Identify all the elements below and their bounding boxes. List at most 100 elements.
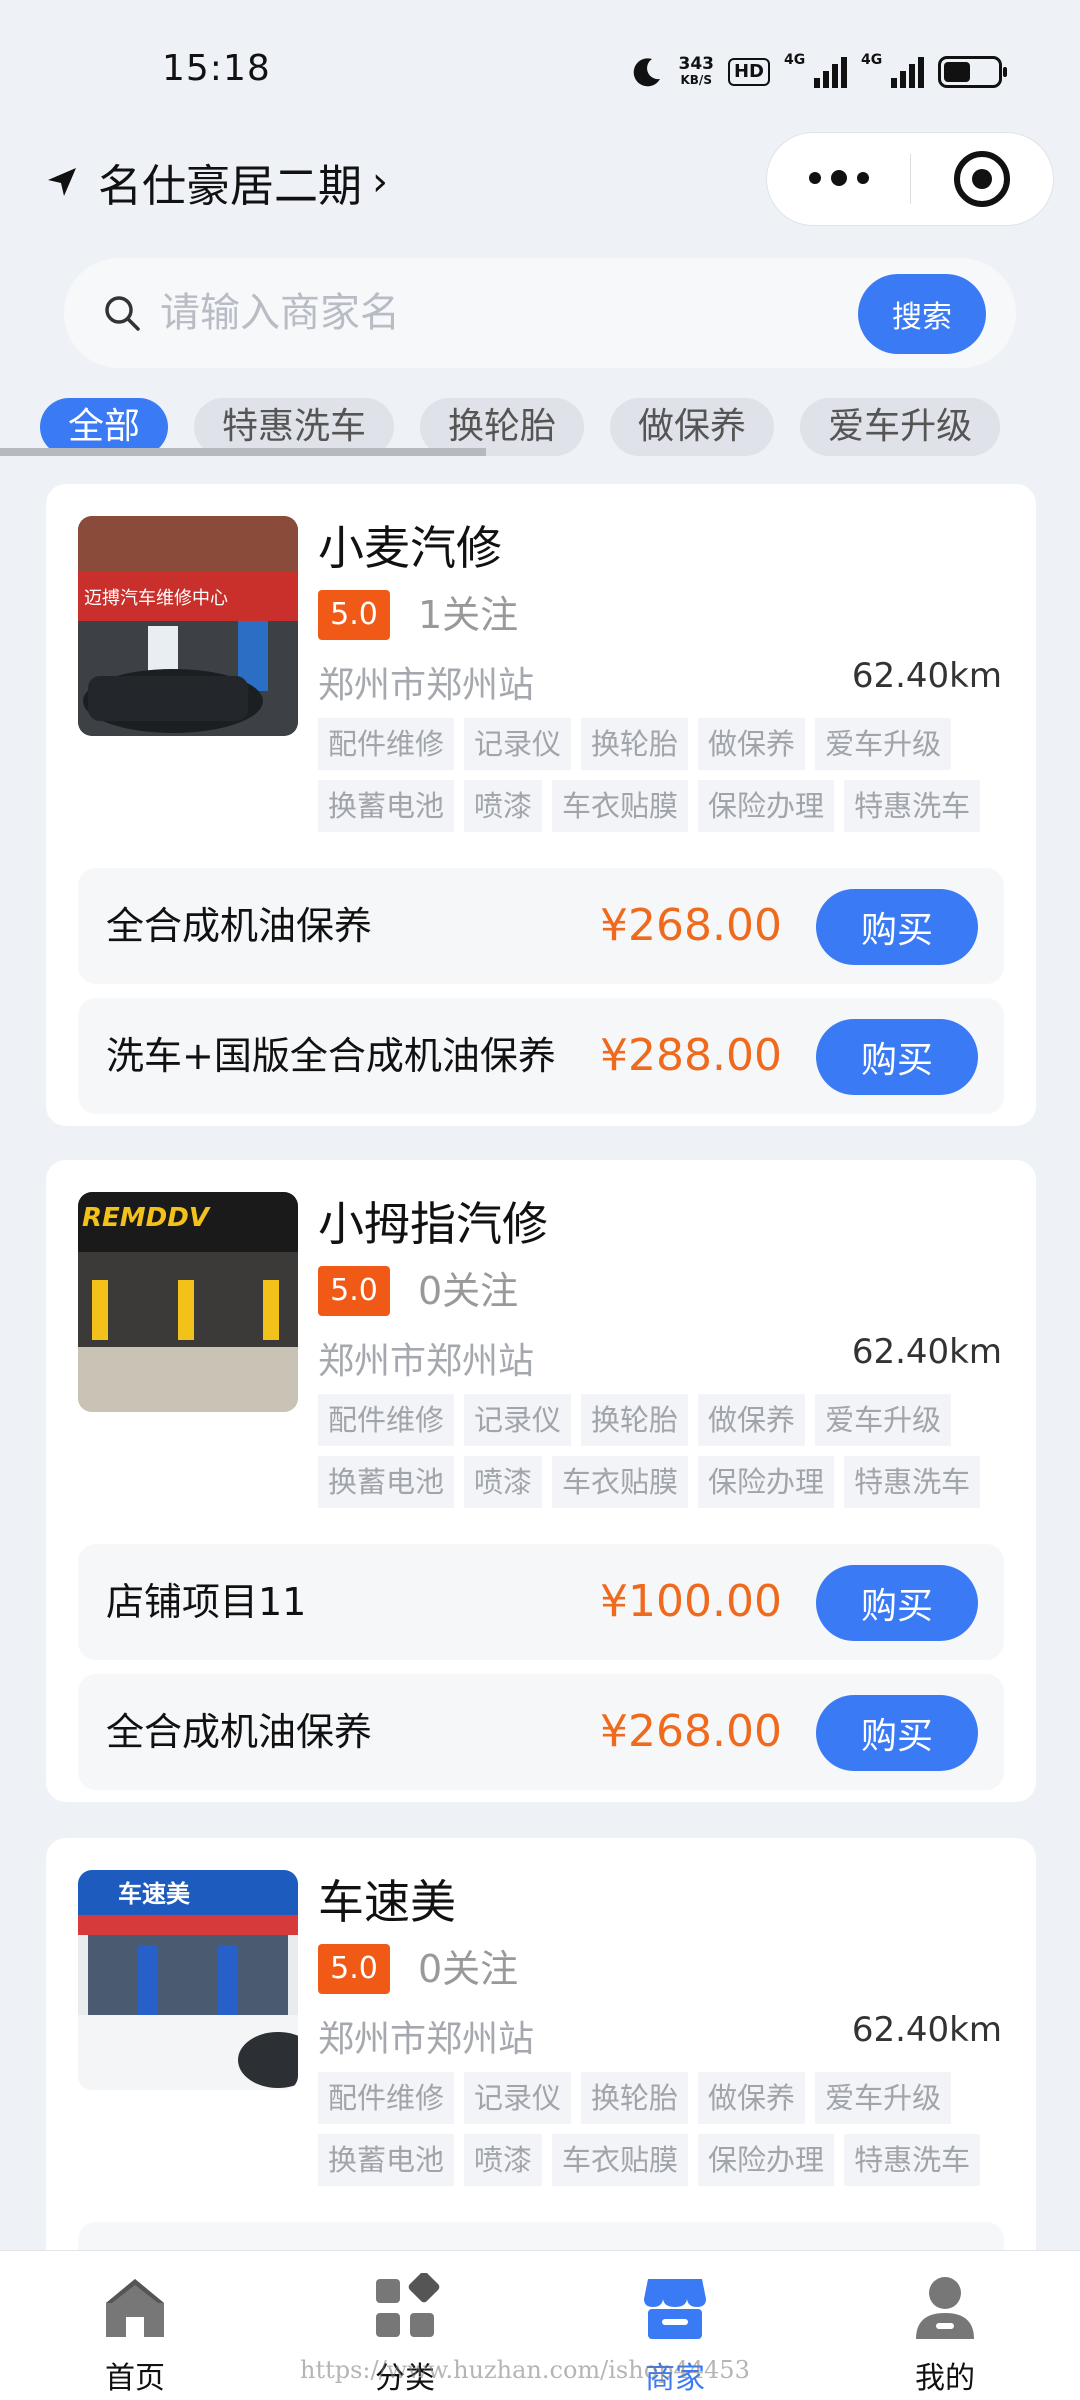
product-name: 全合成机油保养 (106, 904, 373, 948)
chevron-right-icon: › (372, 159, 388, 205)
shop-distance: 62.40km (851, 656, 1002, 696)
service-tag: 特惠洗车 (844, 1456, 981, 1508)
product-price: ¥288.00 (600, 1030, 782, 1081)
shop-card[interactable]: 迈搏汽车维修中心 小麦汽修 5.0 1关注 郑州市郑州站 62.40km 配件维… (46, 484, 1036, 1126)
service-tag: 换轮胎 (581, 1394, 689, 1446)
status-icons: 343 KB/S HD 4G 4G (630, 50, 1007, 94)
service-tag: 特惠洗车 (844, 2134, 981, 2186)
search-icon (105, 296, 140, 331)
battery-fill (944, 62, 970, 82)
service-tag: 记录仪 (464, 2072, 572, 2124)
service-tag: 记录仪 (464, 718, 572, 770)
buy-button[interactable]: 购买 (816, 1695, 978, 1771)
shop-name: 小麦汽修 (318, 521, 502, 575)
tab-4[interactable]: 爱车升级 (800, 398, 1001, 456)
service-tags: 配件维修 记录仪 换轮胎 做保养 爱车升级换蓄电池 喷漆 车衣贴膜 保险办理 特惠洗车 (318, 1394, 1018, 1508)
product-price: ¥268.00 (600, 1706, 782, 1757)
rating-badge: 5.0 (318, 1944, 390, 1994)
service-tag: 换轮胎 (581, 718, 689, 770)
net-speed-value: 343 (678, 54, 714, 74)
service-tag: 记录仪 (464, 1394, 572, 1446)
target-icon (954, 151, 1010, 207)
search-bar: 搜索 (64, 258, 1016, 368)
close-miniprogram-button[interactable] (911, 151, 1053, 207)
service-tag: 配件维修 (318, 1394, 455, 1446)
nav-profile[interactable]: 我的 (810, 2251, 1080, 2400)
service-tag: 做保养 (698, 1394, 806, 1446)
thumb-sign-text: REMDDV (82, 1203, 211, 1233)
service-tag: 喷漆 (464, 780, 543, 832)
nav-home[interactable]: 首页 (0, 2251, 270, 2400)
product-name: 店铺项目11 (106, 1580, 307, 1624)
navigation-arrow-icon (48, 168, 76, 196)
search-button[interactable]: 搜索 (858, 274, 986, 354)
follow-count: 0关注 (418, 1269, 519, 1313)
service-tags: 配件维修 记录仪 换轮胎 做保养 爱车升级 换蓄电池 喷漆 车衣贴膜 保险办理 特惠洗车 (318, 2072, 1018, 2186)
service-tag: 爱车升级 (815, 718, 952, 770)
service-tag: 做保养 (698, 718, 806, 770)
service-tag: 爱车升级 (815, 1394, 952, 1446)
service-tag: 换轮胎 (581, 2072, 689, 2124)
service-tags: 配件维修 记录仪 换轮胎 做保养 爱车升级 换蓄电池 喷漆 车衣贴膜 保险办理 特惠洗车 (318, 718, 1018, 832)
status-bar: 15:18 343 KB/S HD 4G 4G (0, 0, 1080, 140)
location-selector[interactable]: 名仕豪居二期 › (46, 150, 388, 214)
shop-thumbnail: REMDDV (78, 1192, 298, 1412)
net-speed-unit: KB/S (680, 73, 712, 87)
location-name: 名仕豪居二期 (98, 161, 362, 212)
service-tag: 配件维修 (318, 718, 455, 770)
buy-button[interactable]: 购买 (816, 889, 978, 965)
follow-count: 1关注 (418, 593, 519, 637)
shop-distance: 62.40km (851, 2010, 1002, 2050)
net-speed: 343 KB/S (678, 56, 714, 88)
buy-button[interactable]: 购买 (816, 1019, 978, 1095)
service-tag: 配件维修 (318, 2072, 455, 2124)
thumb-sign-text: 迈搏汽车维修中心 (84, 588, 228, 609)
product-price: ¥100.00 (600, 1576, 782, 1627)
more-icon[interactable] (767, 170, 910, 186)
service-tag: 车衣贴膜 (552, 1456, 689, 1508)
service-tag: 换蓄电池 (318, 1456, 455, 1508)
service-tag: 保险办理 (698, 2134, 835, 2186)
thumb-sign-text: 车速美 (118, 1880, 190, 1908)
user-icon (916, 2277, 974, 2339)
service-tag: 保险办理 (698, 1456, 835, 1508)
service-tag: 换蓄电池 (318, 2134, 455, 2186)
service-tag: 特惠洗车 (844, 780, 981, 832)
service-tag: 喷漆 (464, 1456, 543, 1508)
buy-button[interactable]: 购买 (816, 1565, 978, 1641)
shop-address: 郑州市郑州站 (318, 665, 535, 706)
signal-2-icon: 4G (861, 52, 924, 88)
shop-address: 郑州市郑州站 (318, 2019, 535, 2060)
battery-icon (938, 56, 1007, 88)
product-item[interactable]: 全合成机油保养 ¥268.00 购买 (78, 1674, 1004, 1790)
service-tag: 做保养 (698, 2072, 806, 2124)
product-name: 洗车+国版全合成机油保养 (106, 1034, 556, 1078)
status-time: 15:18 (162, 48, 271, 89)
miniprogram-capsule (766, 132, 1054, 226)
search-input[interactable] (160, 290, 800, 336)
product-item[interactable]: 全合成机油保养 ¥268.00 购买 (78, 868, 1004, 984)
product-price: ¥268.00 (600, 900, 782, 951)
signal-2-label: 4G (861, 52, 883, 68)
home-icon (106, 2279, 164, 2337)
shop-thumbnail: 车速美 (78, 1870, 298, 2090)
product-item[interactable]: 洗车+国版全合成机油保养 ¥288.00 购买 (78, 998, 1004, 1114)
rating-badge: 5.0 (318, 590, 390, 640)
shop-card[interactable]: REMDDV 小拇指汽修 5.0 0关注 郑州市郑州站 62.40km 配件维修… (46, 1160, 1036, 1802)
shop-icon (644, 2279, 706, 2339)
product-item[interactable]: 店铺项目11 ¥100.00 购买 (78, 1544, 1004, 1660)
nav-label: 首页 (105, 2361, 165, 2396)
signal-1-label: 4G (784, 52, 806, 68)
product-name: 全合成机油保养 (106, 1710, 373, 1754)
shop-thumbnail: 迈搏汽车维修中心 (78, 516, 298, 736)
shop-address: 郑州市郑州站 (318, 1341, 535, 1382)
shop-name: 小拇指汽修 (318, 1197, 548, 1251)
watermark-text: https://www.huzhan.com/ishop44453 (300, 2356, 750, 2384)
service-tag: 保险办理 (698, 780, 835, 832)
tabs-scroll-indicator (0, 448, 486, 456)
tab-3[interactable]: 做保养 (610, 398, 775, 456)
service-tag: 爱车升级 (815, 2072, 952, 2124)
shop-distance: 62.40km (851, 1332, 1002, 1372)
category-icon (376, 2273, 440, 2337)
service-tag: 换蓄电池 (318, 780, 455, 832)
